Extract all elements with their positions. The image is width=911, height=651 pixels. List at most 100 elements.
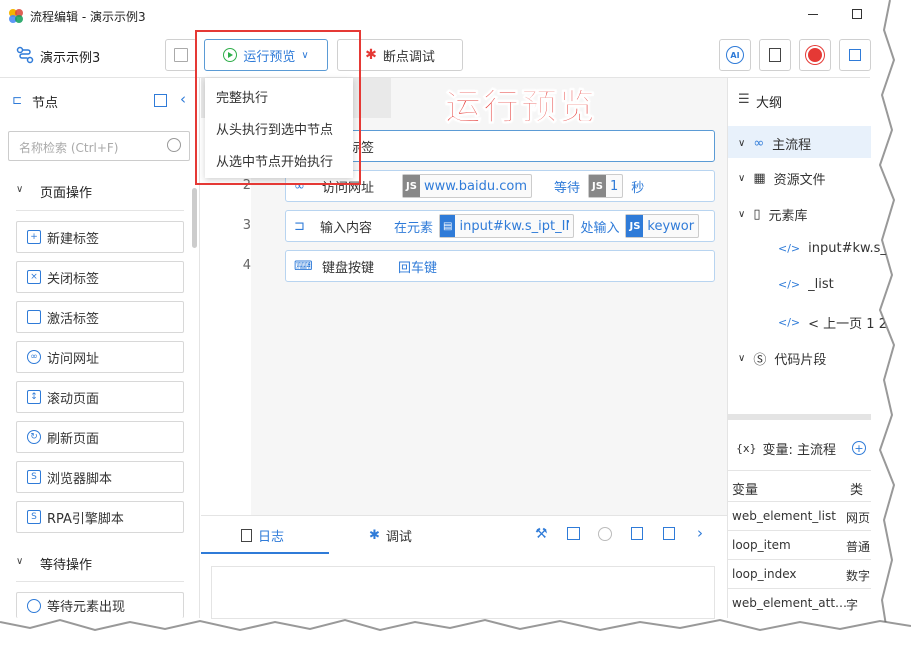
collapse-all-icon[interactable] [154, 94, 167, 107]
save-button[interactable] [165, 39, 197, 71]
node-refresh-page[interactable]: ↻ 刷新页面 [16, 421, 184, 453]
copy-icon[interactable] [631, 527, 643, 540]
var-row[interactable]: loop_index 数字 [728, 560, 871, 589]
bug-icon: ✱ [369, 528, 380, 543]
highlight-box [195, 30, 361, 185]
at-element-label: 在元素 [394, 220, 434, 236]
var-type: 网页 [846, 511, 871, 525]
search-placeholder: 名称检索 (Ctrl+F) [19, 141, 119, 155]
var-name: loop_index [732, 567, 797, 581]
node-rpa-script[interactable]: S RPA引擎脚本 [16, 501, 184, 533]
element-chip[interactable]: ▤ input#kw.s_ipt_INI [439, 214, 575, 238]
key-value[interactable]: 回车键 [398, 257, 437, 276]
var-row[interactable]: web_element_list 网页 [728, 502, 871, 531]
new-tab-icon: + [27, 230, 41, 244]
tab-log[interactable]: 日志 [241, 526, 284, 545]
node-activate-tab[interactable]: 激活标签 [16, 301, 184, 333]
keyboard-icon: ⌨ [294, 258, 313, 274]
record-button[interactable] [799, 39, 831, 71]
search-icon [167, 138, 181, 152]
code-icon: </> [778, 278, 801, 291]
torn-edge-bottom [0, 618, 911, 651]
tab-debug[interactable]: ✱ 调试 [369, 526, 412, 545]
node-label: 等待元素出现 [47, 600, 126, 615]
folder-icon: ▦ [753, 171, 766, 186]
group-wait-ops[interactable]: 等待操作 [40, 554, 92, 573]
outline-title: 大纲 [756, 96, 783, 111]
chevron-down-icon[interactable]: ∨ [16, 556, 23, 567]
col-type: 类 [850, 483, 864, 498]
tree-label: 代码片段 [774, 353, 827, 368]
node-panel-title: 节点 [32, 96, 59, 111]
var-name: loop_item [732, 538, 791, 552]
brush-icon[interactable]: ⚒ [535, 526, 548, 542]
node-search[interactable]: 名称检索 (Ctrl+F) [8, 131, 190, 161]
tree-label: _list [808, 277, 834, 292]
group-page-ops[interactable]: 页面操作 [40, 182, 92, 201]
var-row[interactable]: web_element_att… 字 [728, 589, 871, 618]
panel-icon[interactable] [567, 527, 580, 540]
tree-item-elements[interactable]: ∨ ▯ 元素库 [738, 205, 808, 224]
maximize-icon[interactable] [852, 9, 862, 19]
node-close-tab[interactable]: × 关闭标签 [16, 261, 184, 293]
node-panel: ⊏ 节点 ‹ 名称检索 (Ctrl+F) ∨ 页面操作 + 新建标签 × 关闭标签 … [0, 78, 200, 618]
divider [16, 210, 184, 211]
document-icon [769, 48, 781, 62]
code-icon: </> [778, 316, 801, 329]
row-label: 键盘按键 [322, 260, 375, 276]
save-icon [174, 48, 188, 62]
chevron-right-icon[interactable]: › [697, 524, 703, 542]
wait-label: 等待 [554, 180, 581, 196]
flow-icon [16, 46, 34, 64]
input-value: keywor [647, 218, 695, 234]
node-new-tab[interactable]: + 新建标签 [16, 221, 184, 253]
tab-log-label: 日志 [258, 530, 285, 545]
bug-icon: ✱ [365, 47, 377, 63]
scrollbar[interactable] [728, 414, 871, 420]
node-visit-url[interactable]: ∞ 访问网址 [16, 341, 184, 373]
tab-underline [201, 552, 329, 554]
tree-item-element[interactable]: </> _list [778, 277, 834, 292]
node-label: 访问网址 [47, 351, 100, 367]
variables-table-header: 变量 类 [728, 470, 871, 502]
scrollbar[interactable] [192, 188, 197, 248]
chevron-down-icon[interactable]: ∨ [16, 184, 23, 195]
node-browser-script[interactable]: S 浏览器脚本 [16, 461, 184, 493]
ai-button[interactable]: AI [719, 39, 751, 71]
script-icon: S [27, 510, 41, 524]
collapse-panel-button[interactable] [839, 39, 871, 71]
js-tag: JS [626, 215, 644, 237]
tree-item-snippets[interactable]: ∨ Ⓢ 代码片段 [738, 349, 826, 368]
var-type: 普通 [846, 540, 871, 554]
url-chip[interactable]: JS www.baidu.com [402, 174, 532, 198]
node-wait-element[interactable]: 等待元素出现 [16, 592, 184, 618]
window-title: 流程编辑 - 演示示例3 [30, 10, 146, 24]
chevron-left-icon[interactable]: ‹ [180, 90, 186, 108]
code-file-icon: ▯ [753, 207, 761, 222]
tree-item-main[interactable]: ∨ ∞ 主流程 [738, 134, 811, 153]
flow-row[interactable]: ⊐ 输入内容 在元素 ▤ input#kw.s_ipt_INI 处输入 JS key… [285, 210, 715, 242]
node-tree-icon: ⊏ [12, 93, 23, 107]
script-icon: S [27, 470, 41, 484]
var-type: 字 [846, 598, 859, 612]
variables-title: 变量: 主流程 [762, 442, 837, 458]
tree-label: 资源文件 [773, 173, 826, 188]
add-icon[interactable]: + [852, 441, 867, 455]
trash-icon[interactable] [663, 527, 675, 540]
url-value: www.baidu.com [423, 178, 527, 194]
var-type: 数字 [846, 569, 871, 583]
refresh-icon: ↻ [27, 430, 41, 444]
tree-item-resources[interactable]: ∨ ▦ 资源文件 [738, 169, 826, 188]
collapse-icon [849, 49, 861, 61]
document-button[interactable] [759, 39, 791, 71]
node-scroll-page[interactable]: ↕ 滚动页面 [16, 381, 184, 413]
annotation-label: 运行预览 [444, 87, 598, 129]
wait-chip[interactable]: JS 1 [588, 174, 624, 198]
value-chip[interactable]: JS keywor [625, 214, 700, 238]
minimize-icon[interactable] [808, 14, 818, 15]
tab-debug-label: 调试 [385, 530, 412, 545]
flow-row[interactable]: ⌨ 键盘按键 回车键 [285, 250, 715, 282]
target-icon[interactable] [598, 527, 612, 541]
var-row[interactable]: loop_item 普通 [728, 531, 871, 560]
record-icon [808, 48, 822, 62]
